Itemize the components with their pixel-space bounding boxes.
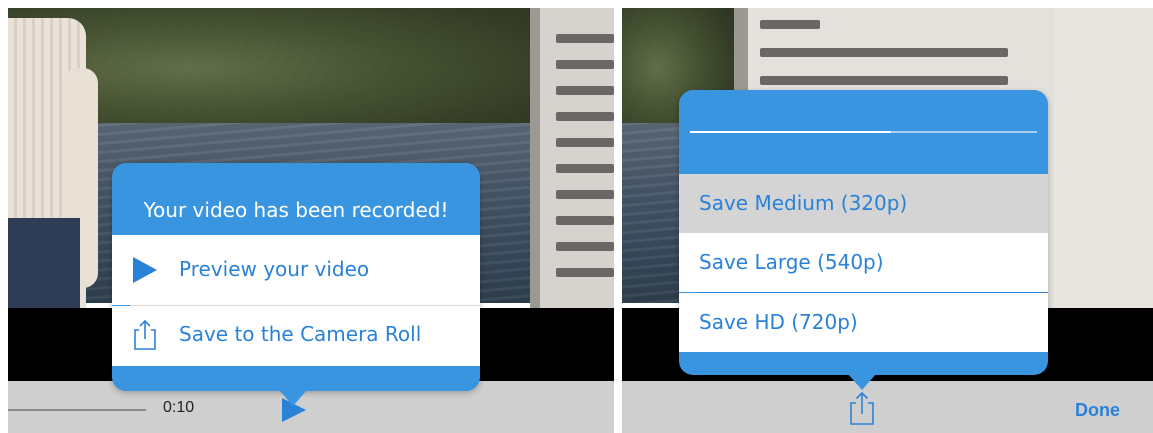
scrubber-track[interactable]: [8, 409, 146, 411]
board-line: [760, 48, 1008, 57]
board-line: [556, 242, 614, 251]
character-legs: [8, 218, 80, 308]
preview-video-button[interactable]: Preview your video: [112, 235, 480, 305]
export-progress-fill: [690, 131, 892, 133]
share-icon: [134, 319, 156, 350]
wall: [1054, 8, 1153, 308]
save-camera-roll-button[interactable]: Save to the Camera Roll: [112, 306, 480, 366]
board-line: [760, 76, 1008, 85]
board-line: [556, 34, 614, 43]
board-line: [556, 112, 614, 121]
left-screen: 0:10 Your video has been recorded! Previ…: [8, 8, 614, 433]
right-screen: Done Save Medium (320p) Save Large (540p…: [622, 8, 1153, 433]
whiteboard: [530, 8, 614, 308]
share-icon[interactable]: [848, 390, 876, 426]
player-toolbar: [622, 381, 1153, 433]
save-hd-button[interactable]: Save HD (720p): [679, 293, 1048, 352]
save-large-label: Save Large (540p): [699, 250, 884, 274]
elapsed-time: 0:10: [163, 399, 195, 416]
done-button[interactable]: Done: [1075, 400, 1120, 421]
save-medium-label: Save Medium (320p): [699, 191, 908, 215]
recorded-popup: Your video has been recorded! Preview yo…: [112, 163, 480, 391]
play-icon: [133, 257, 157, 283]
export-progress-track: [690, 131, 1037, 133]
popup-pointer: [848, 374, 876, 390]
board-line: [556, 190, 614, 199]
save-large-button[interactable]: Save Large (540p): [679, 233, 1048, 292]
save-medium-button[interactable]: Save Medium (320p): [679, 174, 1048, 233]
preview-video-label: Preview your video: [179, 257, 370, 281]
popup-title: Your video has been recorded!: [143, 198, 449, 222]
board-line: [556, 164, 614, 173]
board-line: [760, 20, 820, 29]
board-line: [556, 268, 614, 277]
board-line: [556, 86, 614, 95]
quality-popup: Save Medium (320p) Save Large (540p) Sav…: [679, 90, 1048, 375]
popup-pointer: [279, 390, 307, 406]
save-hd-label: Save HD (720p): [699, 310, 858, 334]
board-line: [556, 216, 614, 225]
save-camera-roll-label: Save to the Camera Roll: [179, 322, 422, 346]
board-line: [556, 60, 614, 69]
board-line: [556, 138, 614, 147]
